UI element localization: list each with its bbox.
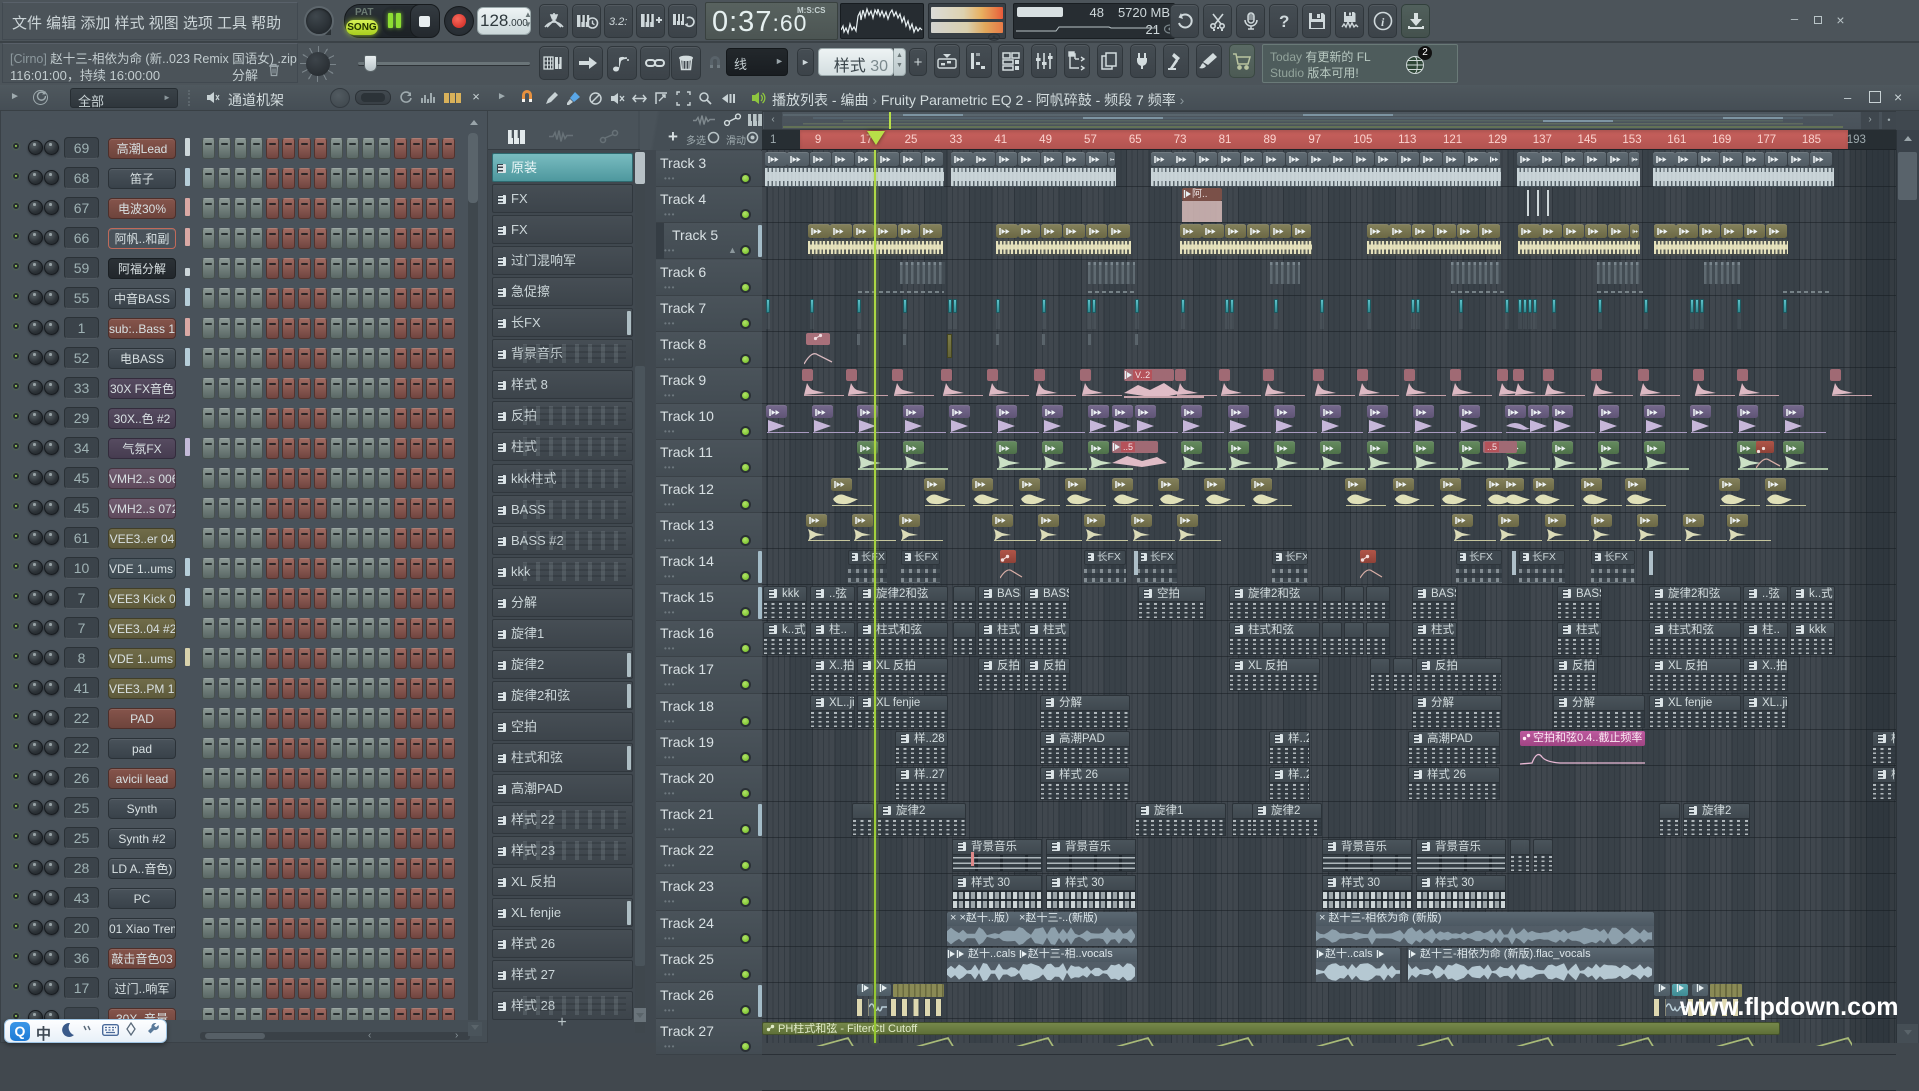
svg-text:i: i xyxy=(1381,15,1385,29)
svg-text:?: ? xyxy=(1279,12,1289,31)
svg-text:3.2:: 3.2: xyxy=(609,16,627,28)
